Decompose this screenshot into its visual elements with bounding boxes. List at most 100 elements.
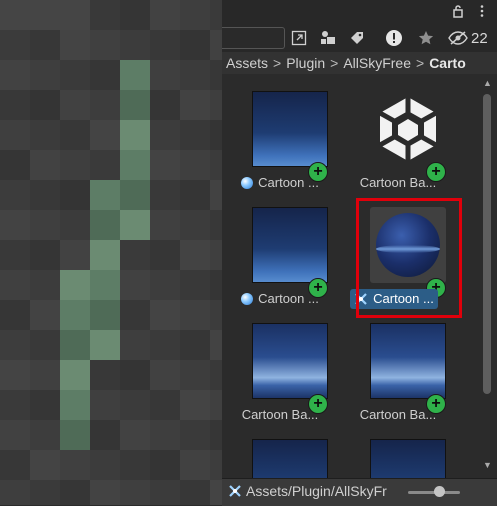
blurred-left-panel (0, 0, 222, 505)
texture-thumbnail (370, 323, 446, 399)
blur-pixel (0, 240, 30, 270)
blur-pixel (90, 480, 120, 505)
blur-pixel (90, 240, 120, 270)
blur-pixel (30, 360, 60, 390)
blur-pixel (90, 210, 120, 240)
blur-pixel (210, 180, 222, 210)
blur-pixel (150, 30, 180, 60)
blur-pixel (180, 450, 210, 480)
chevron-right-icon: > (330, 55, 339, 71)
blur-pixel (0, 360, 30, 390)
blur-pixel (30, 330, 60, 360)
blur-pixel (0, 420, 30, 450)
blur-pixel (30, 180, 60, 210)
scroll-up-icon[interactable]: ▲ (483, 78, 492, 88)
blur-pixel (120, 210, 150, 240)
blur-pixel (150, 240, 180, 270)
blur-pixel (0, 330, 30, 360)
blur-pixel (150, 0, 180, 30)
blur-pixel (180, 30, 210, 60)
blur-pixel (180, 210, 210, 240)
blur-pixel (150, 270, 180, 300)
blur-pixel (60, 450, 90, 480)
blur-pixel (210, 240, 222, 270)
more-options-icon[interactable] (475, 4, 489, 18)
blur-pixel (210, 390, 222, 420)
blur-pixel (150, 390, 180, 420)
selection-highlight-box (356, 198, 462, 318)
blur-pixel (30, 270, 60, 300)
blur-pixel (0, 270, 30, 300)
skybox-thumbnail (252, 207, 328, 283)
blur-pixel (120, 240, 150, 270)
selected-asset-path: Assets/Plugin/AllSkyFr (228, 483, 387, 499)
breadcrumb-item-allskyfree[interactable]: AllSkyFree (343, 55, 411, 71)
breadcrumb-item-plugin[interactable]: Plugin (286, 55, 325, 71)
chevron-right-icon: > (416, 55, 425, 71)
blur-pixel (30, 240, 60, 270)
blur-pixel (90, 360, 120, 390)
blur-pixel (210, 0, 222, 30)
hidden-packages-toggle[interactable]: 22 (448, 27, 488, 49)
blur-pixel (210, 60, 222, 90)
scrollbar-thumb[interactable] (483, 94, 491, 394)
blur-pixel (120, 330, 150, 360)
blur-pixel (210, 420, 222, 450)
blur-pixel (180, 330, 210, 360)
blur-pixel (180, 420, 210, 450)
blur-pixel (30, 390, 60, 420)
blur-pixel (210, 210, 222, 240)
blur-pixel (150, 90, 180, 120)
texture-thumbnail (252, 323, 328, 399)
blur-pixel (0, 210, 30, 240)
blur-pixel (150, 420, 180, 450)
blur-pixel (0, 300, 30, 330)
status-bar: Assets/Plugin/AllSkyFr (222, 478, 497, 506)
skybox-thumbnail (252, 91, 328, 167)
blur-pixel (150, 360, 180, 390)
breadcrumb-item-assets[interactable]: Assets (226, 55, 268, 71)
blur-pixel (90, 390, 120, 420)
scroll-down-icon[interactable]: ▼ (483, 460, 492, 470)
blur-pixel (60, 240, 90, 270)
blur-pixel (60, 150, 90, 180)
blur-pixel (150, 150, 180, 180)
blur-pixel (90, 330, 120, 360)
blur-pixel (120, 420, 150, 450)
filter-by-type-button[interactable] (318, 27, 340, 49)
blur-pixel (180, 390, 210, 420)
blur-pixel (180, 300, 210, 330)
blur-pixel (120, 450, 150, 480)
blur-pixel (210, 120, 222, 150)
blur-pixel (180, 180, 210, 210)
blur-pixel (150, 60, 180, 90)
blur-pixel (180, 360, 210, 390)
blur-pixel (30, 90, 60, 120)
unity-logo-thumbnail (370, 91, 446, 167)
breadcrumb-item-current[interactable]: Carto (429, 55, 466, 71)
asset-label: Cartoon ... (222, 289, 338, 309)
console-errors-button[interactable] (383, 27, 405, 49)
blur-pixel (120, 270, 150, 300)
blur-pixel (60, 90, 90, 120)
blur-pixel (120, 0, 150, 30)
blur-pixel (180, 60, 210, 90)
search-by-type-button[interactable] (288, 27, 310, 49)
slider-handle[interactable] (434, 486, 446, 497)
unity-logo-icon (378, 97, 438, 161)
lock-icon[interactable] (451, 4, 465, 18)
favorites-button[interactable] (415, 27, 437, 49)
vertical-scrollbar[interactable]: ▲ ▼ (480, 76, 494, 478)
blur-pixel (60, 420, 90, 450)
blur-pixel (60, 0, 90, 30)
blur-pixel (30, 60, 60, 90)
blur-pixel (90, 420, 120, 450)
blur-pixel (60, 330, 90, 360)
blur-pixel (150, 210, 180, 240)
skybox-thumbnail (370, 439, 446, 478)
hidden-count: 22 (471, 29, 488, 47)
search-input[interactable] (222, 27, 285, 49)
filter-by-label-button[interactable] (346, 27, 368, 49)
blur-pixel (30, 150, 60, 180)
blur-pixel (150, 180, 180, 210)
